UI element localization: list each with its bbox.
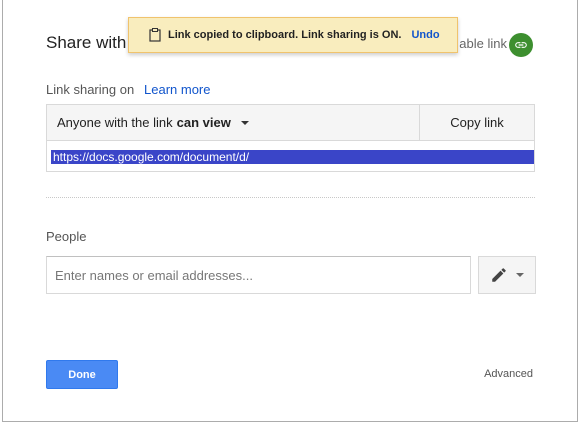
link-icon[interactable]: [509, 33, 533, 57]
copy-link-button[interactable]: Copy link: [419, 105, 534, 140]
learn-more-link[interactable]: Learn more: [144, 82, 210, 97]
share-dialog: Share with able link Link copied to clip…: [2, 0, 578, 422]
access-level: can view: [176, 115, 231, 130]
people-input[interactable]: [46, 256, 471, 294]
link-sharing-label: Link sharing on: [46, 82, 135, 97]
clipboard-icon: [149, 28, 161, 42]
caret-down-icon: [240, 120, 249, 125]
undo-link[interactable]: Undo: [411, 29, 439, 41]
link-access-row: Anyone with the link can view Copy link: [47, 105, 534, 141]
dialog-title: Share with: [46, 33, 127, 52]
access-prefix: Anyone with the link: [57, 115, 173, 130]
get-shareable-link-label[interactable]: able link: [459, 36, 507, 51]
link-access-dropdown[interactable]: Anyone with the link can view: [47, 105, 420, 140]
pencil-icon: [490, 266, 508, 284]
clipboard-toast: Link copied to clipboard. Link sharing i…: [128, 17, 458, 53]
caret-down-icon: [516, 273, 524, 277]
people-label: People: [46, 229, 87, 244]
done-button[interactable]: Done: [46, 360, 118, 389]
permission-dropdown-button[interactable]: [478, 256, 536, 294]
toast-message: Link copied to clipboard. Link sharing i…: [168, 29, 402, 41]
link-sharing-box: Anyone with the link can view Copy link …: [46, 104, 535, 172]
section-divider: [46, 197, 535, 198]
advanced-link[interactable]: Advanced: [484, 368, 533, 380]
share-url-field[interactable]: https://docs.google.com/document/d/: [51, 150, 534, 164]
